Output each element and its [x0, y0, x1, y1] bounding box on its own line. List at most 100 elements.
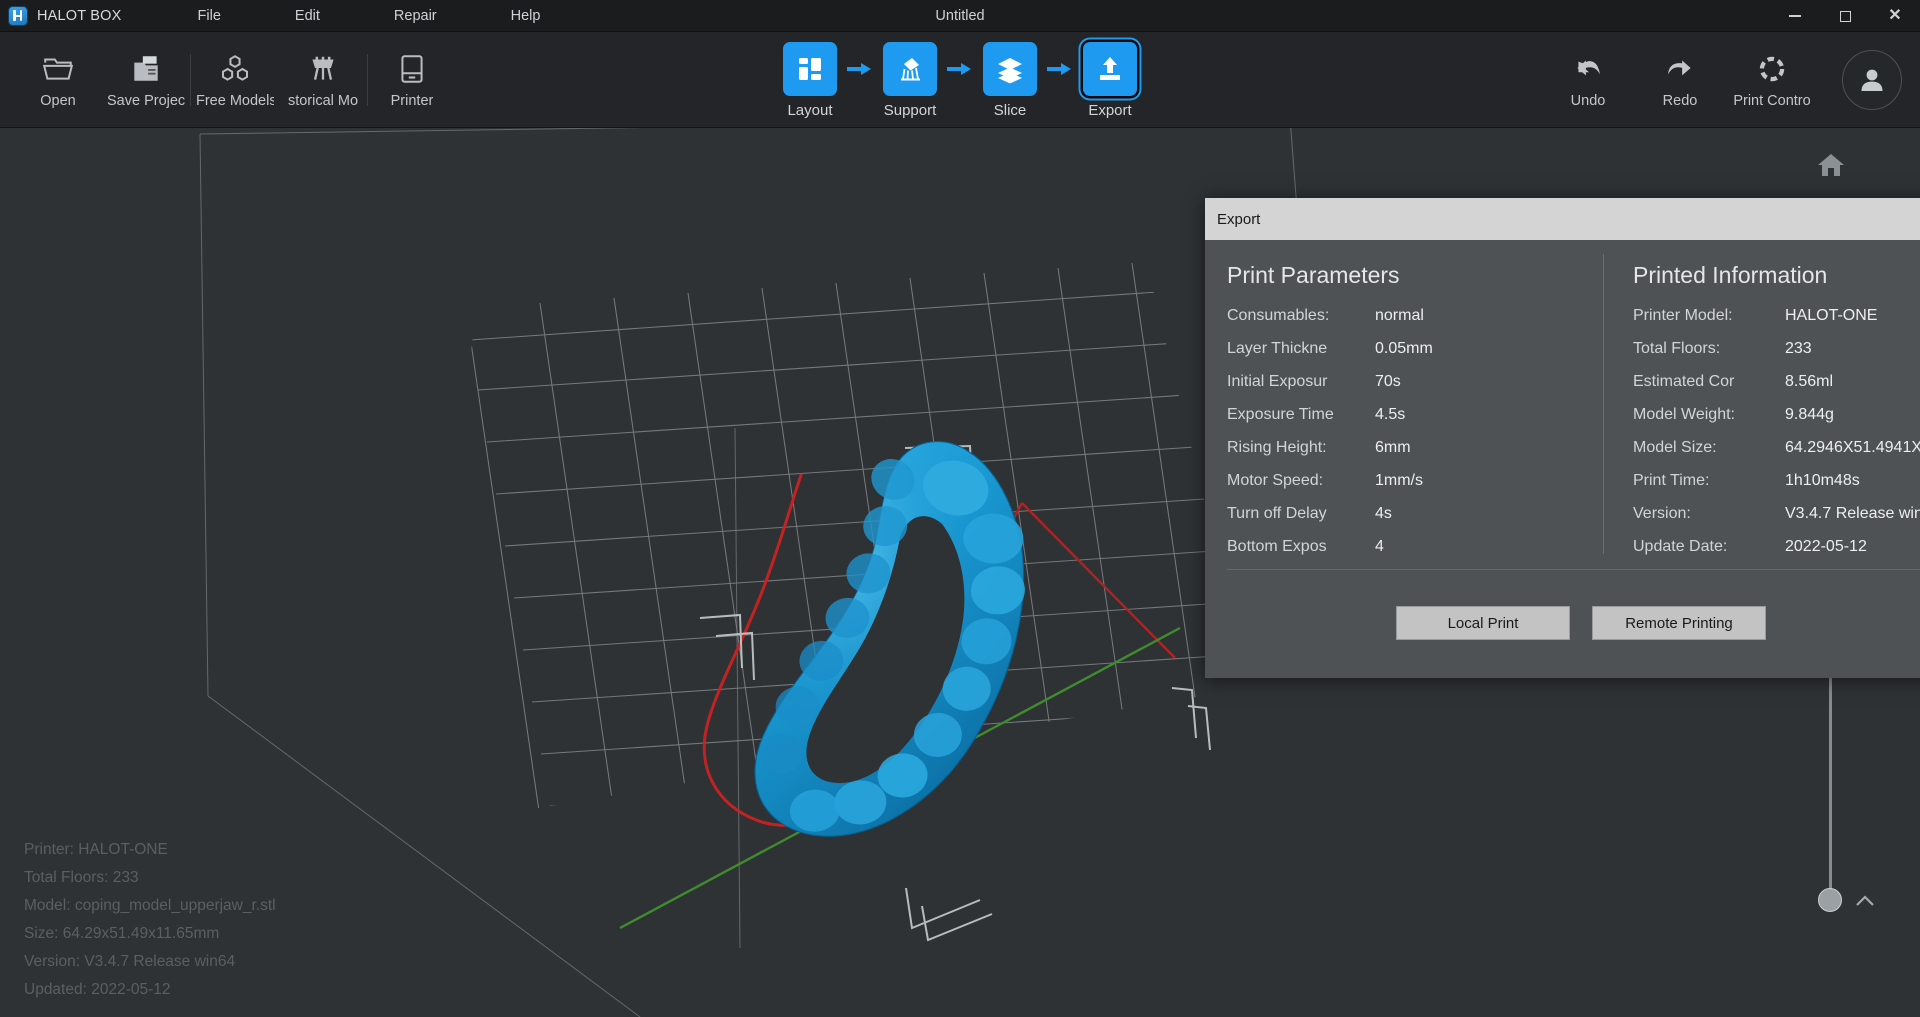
export-dialog-body: Print Parameters Consumables: normal Lay…	[1205, 240, 1920, 570]
workflow-steps: Layout Support	[783, 32, 1137, 128]
info-label: Update Date:	[1633, 538, 1785, 556]
info-label: Estimated Cor	[1633, 373, 1785, 391]
info-row-model-weight: Model Weight: 9.844g	[1633, 406, 1920, 428]
toolbar-button-printer[interactable]: Printer	[368, 40, 456, 120]
historical-models-icon	[306, 52, 340, 86]
param-value: 4.5s	[1375, 406, 1405, 424]
support-icon	[895, 54, 925, 84]
param-value: normal	[1375, 307, 1424, 325]
remote-printing-button[interactable]: Remote Printing	[1592, 606, 1766, 640]
toolbar-label-open: Open	[40, 93, 75, 109]
print-parameters-heading: Print Parameters	[1227, 262, 1597, 289]
export-dialog-footer: Local Print Remote Printing	[1205, 570, 1920, 676]
menu-item-edit[interactable]: Edit	[281, 4, 334, 28]
close-button[interactable]: ✕	[1870, 0, 1920, 32]
param-row-motor-speed: Motor Speed: 1mm/s	[1227, 472, 1597, 494]
maximize-icon	[1840, 11, 1851, 22]
reset-view-home-button[interactable]	[1816, 150, 1846, 180]
app-name: HALOT BOX	[37, 8, 122, 24]
workflow-arrow	[1037, 61, 1083, 77]
local-print-button[interactable]: Local Print	[1396, 606, 1570, 640]
workflow-arrow	[837, 61, 883, 77]
toolbar-button-historical-models[interactable]: storical Mo	[279, 40, 367, 120]
dialog-column-divider	[1603, 254, 1604, 554]
info-label: Printer Model:	[1633, 307, 1785, 325]
dialog-footer-separator	[1227, 569, 1920, 570]
home-icon	[1816, 150, 1846, 180]
export-dialog: Export ✕ Print Parameters Consumables: n…	[1205, 198, 1920, 678]
window-controls: ✕	[1770, 0, 1920, 32]
param-row-exposure-time: Exposure Time 4.5s	[1227, 406, 1597, 428]
param-label: Consumables:	[1227, 307, 1375, 325]
slice-layers-icon	[995, 54, 1025, 84]
param-row-consumables: Consumables: normal	[1227, 307, 1597, 329]
info-size: Size: 64.29x51.49x11.65mm	[24, 925, 276, 943]
param-row-bottom-exposure: Bottom Expos 4	[1227, 538, 1597, 560]
halot-box-window: HALOT BOX File Edit Repair Help Untitled…	[0, 0, 1920, 1017]
printed-information-heading: Printed Information	[1633, 262, 1920, 289]
open-folder-icon	[41, 52, 75, 86]
export-dialog-title: Export	[1217, 211, 1260, 228]
info-row-model-size: Model Size: 64.2946X51.4941X	[1633, 439, 1920, 461]
slice-step-box	[983, 42, 1037, 96]
param-value: 70s	[1375, 373, 1401, 391]
menu-item-file[interactable]: File	[184, 4, 235, 28]
workflow-step-export[interactable]: Export	[1083, 42, 1137, 119]
param-label: Initial Exposur	[1227, 373, 1375, 391]
info-value: 9.844g	[1785, 406, 1834, 424]
build-volume-wireframe	[200, 128, 1300, 1017]
toolbar-button-save-project[interactable]: Save Projec	[102, 40, 190, 120]
arrow-right-icon	[847, 61, 873, 77]
toolbar-label-undo: Undo	[1571, 93, 1606, 109]
toolbar-label-print-control: Print Contro	[1733, 93, 1810, 109]
undo-arrow-icon	[1571, 52, 1605, 86]
param-row-initial-exposure: Initial Exposur 70s	[1227, 373, 1597, 395]
maximize-button[interactable]	[1820, 0, 1870, 32]
info-value: 1h10m48s	[1785, 472, 1860, 490]
param-value: 0.05mm	[1375, 340, 1433, 358]
dental-arch-model	[733, 436, 1046, 841]
info-row-estimated-consumption: Estimated Cor 8.56ml	[1633, 373, 1920, 395]
toolbar-label-printer: Printer	[391, 93, 434, 109]
title-bar: HALOT BOX File Edit Repair Help Untitled…	[0, 0, 1920, 32]
info-label: Version:	[1633, 505, 1785, 523]
halot-logo-icon	[8, 6, 28, 26]
info-row-update-date: Update Date: 2022-05-12	[1633, 538, 1920, 560]
user-avatar-button[interactable]	[1842, 50, 1902, 110]
workflow-label-slice: Slice	[994, 102, 1027, 119]
workflow-step-slice[interactable]: Slice	[983, 42, 1037, 119]
workflow-label-export: Export	[1088, 102, 1131, 119]
menu-item-repair[interactable]: Repair	[380, 4, 451, 28]
info-label: Print Time:	[1633, 472, 1785, 490]
info-value: 8.56ml	[1785, 373, 1833, 391]
model-info-overlay: Printer: HALOT-ONE Total Floors: 233 Mod…	[24, 841, 276, 999]
toolbar-button-print-control[interactable]: Print Contro	[1728, 40, 1816, 120]
layout-icon	[795, 54, 825, 84]
toolbar-left-group: Open Save Projec Free Models	[14, 32, 456, 128]
param-label: Turn off Delay	[1227, 505, 1375, 523]
toolbar-button-undo[interactable]: Undo	[1544, 40, 1632, 120]
free-models-icon	[218, 52, 252, 86]
toolbar-button-free-models[interactable]: Free Models	[191, 40, 279, 120]
workflow-step-support[interactable]: Support	[883, 42, 937, 119]
param-label: Rising Height:	[1227, 439, 1375, 457]
param-label: Motor Speed:	[1227, 472, 1375, 490]
menu-item-help[interactable]: Help	[497, 4, 555, 28]
param-value: 1mm/s	[1375, 472, 1423, 490]
arrow-right-icon	[1047, 61, 1073, 77]
param-value: 6mm	[1375, 439, 1411, 457]
workflow-step-layout[interactable]: Layout	[783, 42, 837, 119]
info-value: V3.4.7 Release win	[1785, 505, 1920, 523]
info-row-version: Version: V3.4.7 Release win	[1633, 505, 1920, 527]
main-toolbar: Open Save Projec Free Models	[0, 32, 1920, 128]
collapse-panel-button[interactable]	[1852, 888, 1878, 914]
info-row-print-time: Print Time: 1h10m48s	[1633, 472, 1920, 494]
toolbar-label-free-models: Free Models	[196, 93, 274, 109]
workflow-label-layout: Layout	[787, 102, 832, 119]
minimize-button[interactable]	[1770, 0, 1820, 32]
info-total-floors: Total Floors: 233	[24, 869, 276, 887]
toolbar-button-redo[interactable]: Redo	[1636, 40, 1724, 120]
workflow-label-support: Support	[884, 102, 937, 119]
zoom-slider-handle[interactable]	[1818, 888, 1842, 912]
toolbar-button-open[interactable]: Open	[14, 40, 102, 120]
